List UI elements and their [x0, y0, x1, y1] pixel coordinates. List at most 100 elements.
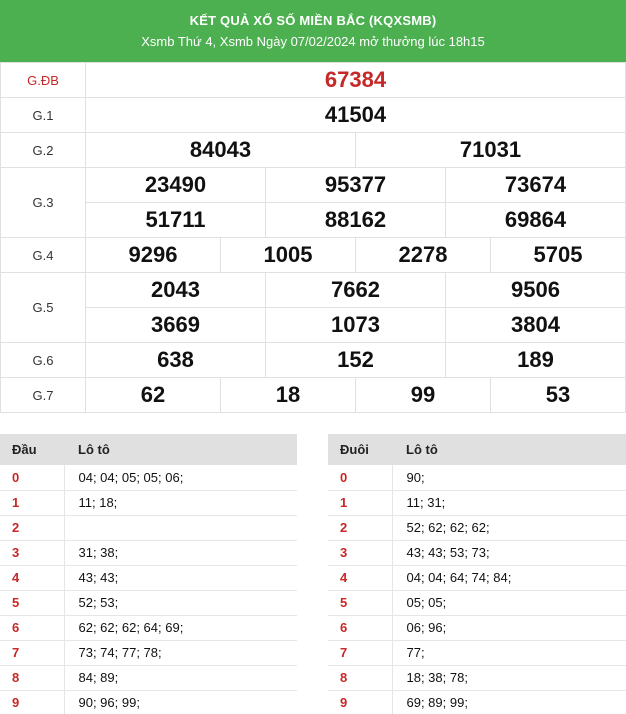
duoi-digit: 4: [328, 565, 393, 591]
dau-digit: 9: [0, 690, 65, 714]
dau-loto-values: 11; 18;: [64, 490, 297, 516]
results-table: G.ĐB 67384 G.1 41504 G.2 84043 71031 G.3…: [0, 62, 626, 413]
table-row: 1 11; 18;: [0, 490, 297, 516]
dau-table: Đầu Lô tô 0 04; 04; 05; 05; 06; 1 11; 18; 2 3…: [0, 434, 297, 714]
duoi-loto-values: 52; 62; 62; 62;: [392, 515, 626, 541]
table-row: 7 77;: [328, 640, 626, 666]
dau-header: Đầu: [0, 434, 64, 465]
prize-row-g6: G.6 638 152 189: [0, 342, 626, 378]
table-row: 2: [0, 515, 297, 541]
prize-row-g5: G.5 2043 7662 9506: [0, 272, 626, 343]
duoi-loto-values: 69; 89; 99;: [392, 690, 626, 714]
prize-number: 1005: [220, 238, 355, 272]
prize-row-gdb: G.ĐB 67384: [0, 62, 626, 98]
table-row: 9 69; 89; 99;: [328, 690, 626, 714]
prize-row-g3b: 51711 88162 69864: [1, 202, 626, 238]
prize-number: 2043: [151, 277, 200, 302]
prize-number: 95377: [265, 168, 445, 202]
table-row: 6 06; 96;: [328, 615, 626, 641]
prize-label: G.6: [0, 342, 86, 378]
loto-header: Lô tô: [392, 434, 626, 465]
prize-row-g3: G.3 23490 95377 73674: [0, 167, 626, 238]
table-row: 2 52; 62; 62; 62;: [328, 515, 626, 541]
table-row: 9 90; 96; 99;: [0, 690, 297, 714]
table-row: 5 05; 05;: [328, 590, 626, 616]
duoi-digit: 3: [328, 540, 393, 566]
prize-number: 23490: [144, 172, 207, 197]
dau-loto-values: 84; 89;: [64, 665, 297, 691]
prize-number: 3804: [445, 308, 625, 342]
prize-number: 5705: [490, 238, 625, 272]
prize-number: 62: [140, 382, 166, 407]
prize-number: 84043: [189, 137, 252, 162]
duoi-digit: 1: [328, 490, 393, 516]
duoi-loto-values: 90;: [392, 465, 626, 491]
prize-number: 51711: [145, 207, 206, 232]
dau-loto-values: 43; 43;: [64, 565, 297, 591]
duoi-digit: 9: [328, 690, 393, 714]
prize-label: G.ĐB: [0, 62, 86, 98]
dau-loto-values: 52; 53;: [64, 590, 297, 616]
duoi-header: Đuôi: [328, 434, 392, 465]
prize-row-g2: G.2 84043 71031: [0, 132, 626, 168]
table-row: 5 52; 53;: [0, 590, 297, 616]
duoi-digit: 7: [328, 640, 393, 666]
table-row: 8 84; 89;: [0, 665, 297, 691]
dau-digit: 3: [0, 540, 65, 566]
prize-row-g7: G.7 62 18 99 53: [0, 377, 626, 413]
table-row: 8 18; 38; 78;: [328, 665, 626, 691]
prize-number: 152: [265, 343, 445, 377]
prize-number: 9296: [128, 242, 178, 267]
table-row: 1 11; 31;: [328, 490, 626, 516]
table-row: 4 43; 43;: [0, 565, 297, 591]
prize-number: 1073: [265, 308, 445, 342]
prize-number: 2278: [355, 238, 490, 272]
prize-label: G.3: [0, 167, 86, 238]
table-row: 0 90;: [328, 465, 626, 491]
prize-number: 67384: [85, 62, 626, 98]
table-row: 3 31; 38;: [0, 540, 297, 566]
prize-number: 18: [220, 378, 355, 412]
dau-loto-values: 73; 74; 77; 78;: [64, 640, 297, 666]
prize-number: 9506: [445, 273, 625, 307]
prize-row-g4: G.4 9296 1005 2278 5705: [0, 237, 626, 273]
duoi-digit: 6: [328, 615, 393, 641]
duoi-digit: 2: [328, 515, 393, 541]
table-row: 3 43; 43; 53; 73;: [328, 540, 626, 566]
prize-number: 41504: [85, 97, 626, 133]
table-row: 0 04; 04; 05; 05; 06;: [0, 465, 297, 491]
duoi-loto-values: 05; 05;: [392, 590, 626, 616]
table-row: 4 04; 04; 64; 74; 84;: [328, 565, 626, 591]
duoi-digit: 8: [328, 665, 393, 691]
prize-number: 99: [355, 378, 490, 412]
prize-number: 53: [490, 378, 625, 412]
duoi-loto-values: 11; 31;: [392, 490, 626, 516]
loto-section: Đầu Lô tô 0 04; 04; 05; 05; 06; 1 11; 18; 2 3…: [0, 434, 626, 714]
dau-digit: 6: [0, 615, 65, 641]
duoi-loto-values: 18; 38; 78;: [392, 665, 626, 691]
loto-header: Lô tô: [64, 434, 297, 465]
prize-label: G.5: [0, 272, 86, 343]
dau-loto-values: 31; 38;: [64, 540, 297, 566]
prize-number: 7662: [265, 273, 445, 307]
dau-loto-values: 62; 62; 62; 64; 69;: [64, 615, 297, 641]
duoi-digit: 0: [328, 465, 393, 491]
prize-label: G.4: [0, 237, 86, 273]
table-row: 7 73; 74; 77; 78;: [0, 640, 297, 666]
dau-loto-values: 90; 96; 99;: [64, 690, 297, 714]
table-row: 6 62; 62; 62; 64; 69;: [0, 615, 297, 641]
prize-number: 88162: [265, 203, 445, 237]
prize-number: 189: [445, 343, 625, 377]
prize-row-g5b: 3669 1073 3804: [1, 307, 626, 343]
prize-label: G.1: [0, 97, 86, 133]
dau-digit: 4: [0, 565, 65, 591]
dau-digit: 5: [0, 590, 65, 616]
dau-digit: 1: [0, 490, 65, 516]
dau-digit: 7: [0, 640, 65, 666]
duoi-loto-values: 77;: [392, 640, 626, 666]
dau-loto-values: 04; 04; 05; 05; 06;: [64, 465, 297, 491]
dau-digit: 0: [0, 465, 65, 491]
dau-digit: 2: [0, 515, 65, 541]
duoi-loto-values: 43; 43; 53; 73;: [392, 540, 626, 566]
prize-row-g1: G.1 41504: [0, 97, 626, 133]
